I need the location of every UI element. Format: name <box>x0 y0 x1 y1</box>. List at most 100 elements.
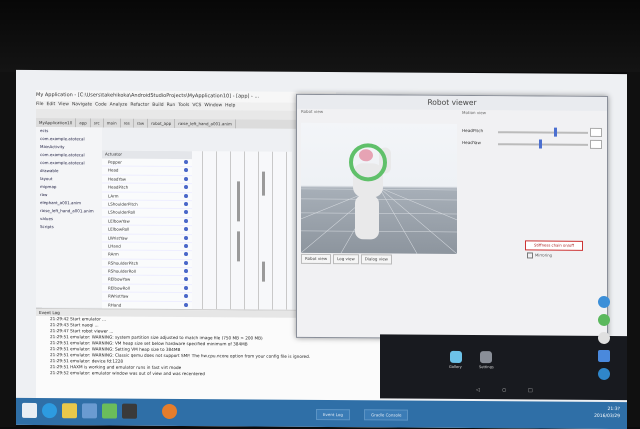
actuator-toggle-icon[interactable] <box>184 218 188 223</box>
actuator-label: Head <box>108 167 119 173</box>
actuator-toggle-icon[interactable] <box>184 201 188 207</box>
menu-item-analyze[interactable]: Analyze <box>110 103 128 108</box>
timeline-keyframe[interactable] <box>262 171 265 196</box>
menu-item-view[interactable]: View <box>58 102 69 107</box>
menu-item-refactor[interactable]: Refactor <box>130 103 149 108</box>
robot-viewer-window[interactable]: Robot viewer Robot view Motion view Robo… <box>296 93 608 341</box>
menu-item-file[interactable]: File <box>36 102 44 107</box>
slider-track[interactable] <box>498 131 588 134</box>
actuator-label: LWristYaw <box>108 235 128 241</box>
apps-icon[interactable] <box>598 331 610 345</box>
actuator-toggle-icon[interactable] <box>184 302 188 307</box>
mirroring-checkbox[interactable]: Mirroring <box>527 252 552 259</box>
phone-icon[interactable] <box>598 367 610 381</box>
actuator-label: RShoulderPitch <box>108 260 139 266</box>
breadcrumb-tab[interactable]: raise_left_hand_a001.anim <box>175 118 236 129</box>
slider-thumb[interactable] <box>538 139 542 149</box>
slider-thumb[interactable] <box>553 127 557 137</box>
explorer-icon[interactable] <box>62 403 77 419</box>
menu-item-tools[interactable]: Tools <box>178 103 189 108</box>
menu-item-vcs[interactable]: VCS <box>192 103 201 108</box>
actuator-list[interactable]: Actuator Pepper Head HeadYaw HeadPitch LArm L… <box>102 150 192 310</box>
breadcrumb-tab[interactable]: app <box>76 118 91 128</box>
actuator-toggle-icon[interactable] <box>184 193 188 198</box>
breadcrumb-tab[interactable]: main <box>103 118 121 128</box>
robot-hip <box>355 195 379 240</box>
actuator-toggle-icon[interactable] <box>184 227 188 232</box>
viewer-tabs[interactable]: Robot view Log view Dialog view <box>301 253 457 265</box>
settings-icon[interactable] <box>480 351 492 364</box>
start-icon[interactable] <box>22 402 37 419</box>
timeline-keyframe[interactable] <box>262 261 265 282</box>
actuator-toggle-icon[interactable] <box>184 260 188 265</box>
actuator-label: RShoulderRoll <box>108 268 136 274</box>
actuator-toggle-icon[interactable] <box>184 277 188 282</box>
menu-item-window[interactable]: Window <box>204 103 222 108</box>
actuator-label: HeadYaw <box>108 176 127 182</box>
breadcrumb-tab[interactable]: robot_app <box>148 118 176 128</box>
actuator-toggle-icon[interactable] <box>184 168 188 173</box>
breadcrumb-tab[interactable]: src <box>90 118 104 128</box>
menu-item-build[interactable]: Build <box>152 103 163 108</box>
gallery-icon[interactable] <box>450 350 462 363</box>
actuator-toggle-icon[interactable] <box>184 252 188 257</box>
project-tree-item[interactable]: Scripts <box>36 223 102 231</box>
checkbox-icon[interactable] <box>527 252 533 259</box>
actuator-label: LElbowRoll <box>108 226 130 232</box>
clock[interactable]: 21:3? 2016/03/29 <box>576 406 620 420</box>
actuator-label: RElbowRoll <box>108 285 130 291</box>
slider-track[interactable] <box>498 143 588 146</box>
joint-sliders[interactable]: HeadPitch HeadYaw <box>462 126 602 151</box>
slider-value-box[interactable] <box>590 127 602 137</box>
actuator-toggle-icon[interactable] <box>184 235 188 240</box>
menu-item-run[interactable]: Run <box>167 103 176 108</box>
actuator-toggle-icon[interactable] <box>184 185 188 190</box>
viewer-tab[interactable]: Robot view <box>301 253 332 265</box>
media-icon[interactable] <box>162 403 177 419</box>
slider-value-box[interactable] <box>590 139 602 149</box>
actuator-label: HeadPitch <box>108 184 129 190</box>
chat-icon[interactable] <box>598 313 610 327</box>
event-log-button[interactable]: Event Log <box>316 408 350 421</box>
actuator-toggle-icon[interactable] <box>184 269 188 274</box>
timeline-gridline <box>202 151 203 310</box>
emulator-side-icons[interactable] <box>590 284 620 404</box>
timeline-keyframe[interactable] <box>237 181 240 222</box>
contacts-icon[interactable] <box>598 349 610 363</box>
animation-timeline[interactable] <box>192 151 292 310</box>
actuator-label: RWristYaw <box>108 293 129 299</box>
actuator-toggle-icon[interactable] <box>184 243 188 248</box>
project-tree[interactable]: ects com.example.atotecal MainActivity com.… <box>36 127 102 308</box>
gradle-console-button[interactable]: Gradle Console <box>364 409 409 421</box>
back-icon[interactable]: ◁ <box>476 387 480 393</box>
actuator-toggle-icon[interactable] <box>184 176 188 181</box>
menu-item-help[interactable]: Help <box>225 103 235 108</box>
monitor-bezel-top <box>0 0 640 72</box>
timeline-gridline <box>286 151 287 310</box>
timeline-keyframe[interactable] <box>237 231 240 262</box>
actuator-toggle-icon[interactable] <box>184 294 188 299</box>
recents-icon[interactable]: □ <box>528 387 533 393</box>
viewer-tab[interactable]: Dialog view <box>360 254 392 265</box>
store-icon[interactable] <box>82 403 97 419</box>
robot-3d-viewport[interactable] <box>301 122 457 254</box>
selection-ring[interactable] <box>349 143 387 182</box>
menu-item-navigate[interactable]: Navigate <box>72 102 92 107</box>
breadcrumb-tab[interactable]: raw <box>133 118 149 128</box>
breadcrumb-tab[interactable]: res <box>120 118 134 128</box>
joint-slider[interactable]: HeadYaw <box>462 138 602 151</box>
menu-item-code[interactable]: Code <box>95 102 107 107</box>
actuator-toggle-icon[interactable] <box>184 285 188 290</box>
terminal-icon[interactable] <box>122 403 137 419</box>
home-icon[interactable]: ○ <box>502 387 506 393</box>
actuator-toggle-icon[interactable] <box>184 210 188 215</box>
viewer-tab[interactable]: Log view <box>333 254 359 265</box>
globe-icon[interactable] <box>598 295 610 309</box>
menu-item-edit[interactable]: Edit <box>47 102 56 107</box>
actuator-toggle-icon[interactable] <box>184 160 188 165</box>
stiffness-button[interactable]: Stiffness chain on/off <box>525 240 583 251</box>
joint-slider[interactable]: HeadPitch <box>462 126 602 139</box>
android-studio-icon[interactable] <box>102 403 117 419</box>
ie-icon[interactable] <box>42 403 57 419</box>
breadcrumb-tab[interactable]: MyApplication10 <box>36 118 77 128</box>
